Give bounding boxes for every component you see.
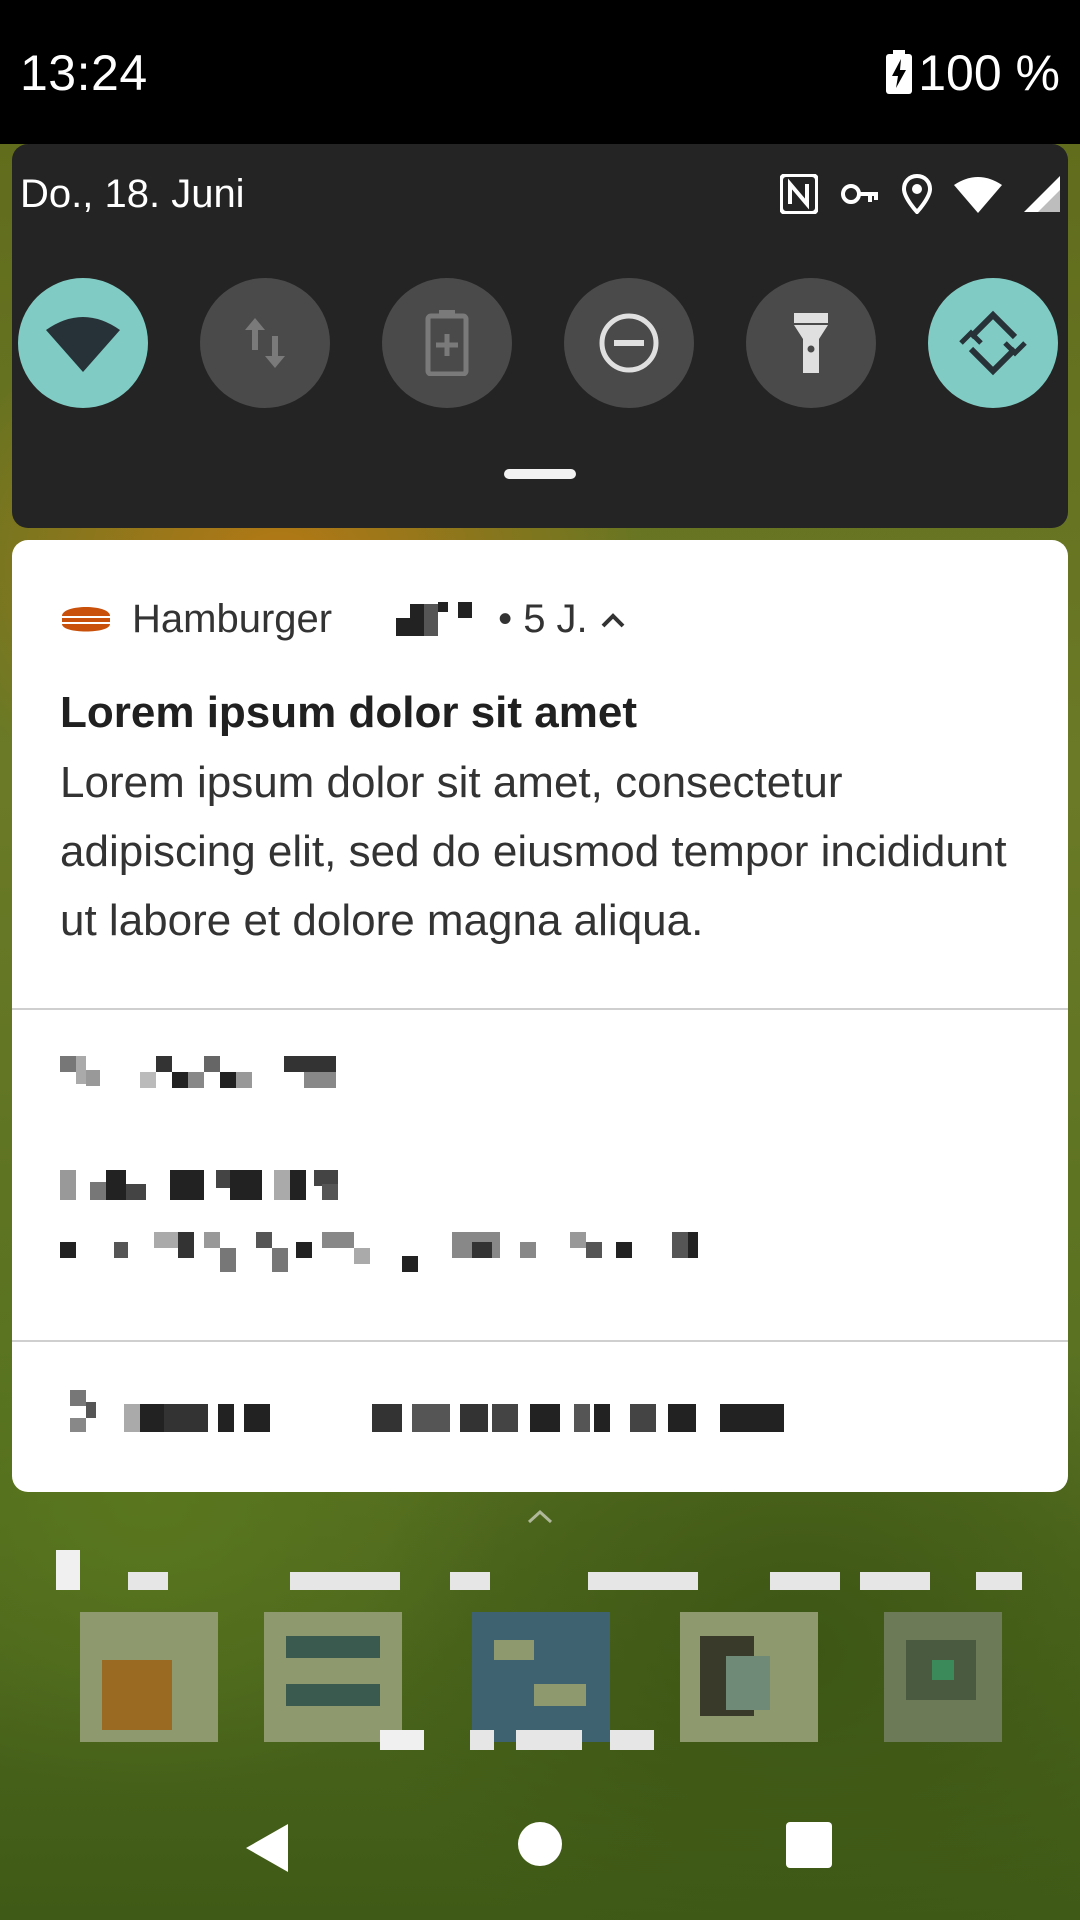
cell-signal-icon [1024, 176, 1060, 217]
qs-tile-battery-saver[interactable] [382, 278, 512, 408]
battery-saver-icon [425, 310, 469, 376]
chevron-up-icon[interactable] [526, 1508, 554, 1524]
location-icon [901, 173, 933, 219]
wifi-icon [46, 317, 120, 372]
quick-settings-panel: Do., 18. Juni [12, 144, 1068, 528]
qs-tile-do-not-disturb[interactable] [564, 278, 694, 408]
wifi-icon [954, 175, 1002, 218]
hamburger-app-icon [62, 607, 110, 632]
status-bar: 13:24 100 % [0, 0, 1080, 144]
notification-title: Lorem ipsum dolor sit amet [60, 688, 637, 737]
data-arrows-icon [245, 318, 285, 368]
qs-status-icons [779, 173, 1060, 219]
qs-tile-wifi[interactable] [18, 278, 148, 408]
recents-icon[interactable] [786, 1822, 832, 1868]
back-icon[interactable] [244, 1822, 290, 1874]
notification-card[interactable]: Hamburger • 5 J. Lorem ipsum dolor sit a… [12, 540, 1068, 1492]
vpn-key-icon [840, 181, 880, 212]
notification-time: • 5 J. [498, 596, 588, 641]
battery-charging-icon [886, 50, 912, 94]
status-time: 13:24 [20, 45, 148, 101]
home-icon[interactable] [518, 1822, 562, 1866]
divider [12, 1008, 1068, 1010]
home-screen-icons [0, 1540, 1080, 1760]
chevron-up-icon[interactable] [600, 609, 626, 629]
qs-tile-mobile-data[interactable] [200, 278, 330, 408]
auto-rotate-icon [959, 310, 1027, 376]
nfc-icon [779, 173, 819, 219]
redacted-sender [396, 602, 486, 636]
qs-tile-auto-rotate[interactable] [928, 278, 1058, 408]
notification-header: Hamburger • 5 J. [60, 594, 626, 644]
battery-percentage: 100 % [918, 45, 1060, 101]
flashlight-icon [794, 313, 828, 373]
qs-date[interactable]: Do., 18. Juni [20, 172, 245, 217]
qs-tile-flashlight[interactable] [746, 278, 876, 408]
app-name: Hamburger [132, 596, 333, 641]
qs-tiles [18, 278, 1062, 408]
qs-expand-handle[interactable] [504, 469, 576, 479]
navigation-bar [0, 1790, 1080, 1920]
notification-body: Lorem ipsum dolor sit amet, consectetur … [60, 758, 1007, 945]
divider [12, 1340, 1068, 1342]
dnd-icon [599, 313, 659, 373]
